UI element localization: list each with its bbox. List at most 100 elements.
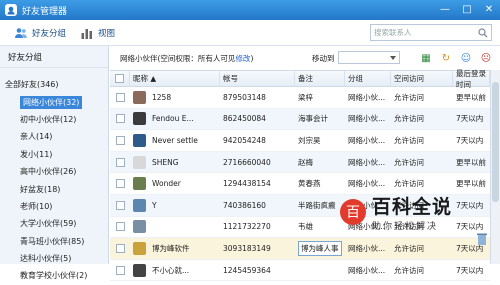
remark-cell[interactable]: 韦雄 — [295, 217, 345, 238]
avatar[interactable] — [133, 133, 146, 147]
col-account[interactable]: 帐号 — [220, 71, 295, 86]
col-nickname[interactable]: 昵称 ▲ — [130, 71, 220, 86]
remark-cell[interactable]: 刘宗昊 — [295, 130, 345, 151]
group-cell: 网络小伙... — [345, 109, 391, 130]
sidebar-item-label: 初中小伙伴(12) — [20, 114, 77, 124]
group-cell: 网络小伙... — [345, 87, 391, 108]
remark-cell[interactable]: 海事会计 — [295, 109, 345, 130]
view-label: 视图 — [98, 28, 116, 39]
sidebar-item[interactable]: 全部好友(346) — [0, 76, 108, 93]
checkbox[interactable] — [115, 114, 125, 124]
avatar[interactable] — [133, 90, 146, 104]
sidebar-item[interactable]: 教育学校小伙伴(2) — [0, 267, 108, 284]
last-login-cell: 7天以内 — [453, 130, 490, 151]
table-row[interactable]: 博为峰软件 3093183149 博为峰人事 网络小伙... 允许访问 7天以内 — [110, 238, 490, 260]
remark-cell[interactable]: 黄春燕 — [295, 173, 345, 194]
minimize-icon[interactable]: — — [434, 0, 456, 18]
table-row[interactable]: 1258 879503148 梁梓 网络小伙... 允许访问 更早以前 — [110, 87, 490, 109]
add-friend-icon[interactable]: ☺ — [458, 51, 474, 65]
table-row[interactable]: 不小心就... 1245459364 网络小伙... 允许访问 7天以内 — [110, 260, 490, 282]
select-all-checkbox[interactable] — [110, 71, 130, 86]
table-row[interactable]: Never settle 942054248 刘宗昊 网络小伙... 允许访问 7天以内 — [110, 130, 490, 152]
avatar[interactable] — [133, 177, 146, 191]
watermark-title: 百科全说 — [372, 196, 453, 218]
space-access-cell: 允许访问 — [391, 130, 453, 151]
search-icon[interactable] — [478, 27, 488, 38]
space-access-cell: 允许访问 — [391, 87, 453, 108]
sidebar-item[interactable]: 初中小伙伴(12) — [0, 111, 108, 128]
scroll-thumb[interactable] — [492, 82, 499, 202]
trash-icon[interactable] — [476, 232, 488, 246]
checkbox[interactable] — [115, 135, 125, 145]
close-icon[interactable]: ✕ — [478, 0, 500, 18]
row-checkbox[interactable] — [110, 152, 130, 173]
nickname-text: Wonder — [152, 179, 181, 189]
table-header: 昵称 ▲ 帐号 备注 分组 空间访问 最后登录时间 — [110, 69, 490, 89]
account-cell: 1245459364 — [220, 260, 295, 281]
remark-cell[interactable] — [295, 260, 345, 281]
friends-group-button[interactable]: 好友分组 — [14, 23, 66, 43]
remark-cell[interactable]: 博为峰人事 — [295, 238, 345, 259]
checkbox[interactable] — [115, 222, 125, 232]
nickname-text: 不小心就... — [152, 265, 190, 275]
sidebar-item[interactable]: 亲人(14) — [0, 128, 108, 145]
remark-text: 刘宗昊 — [298, 135, 321, 145]
col-group[interactable]: 分组 — [345, 71, 391, 86]
sidebar-item[interactable]: 发小(11) — [0, 146, 108, 163]
account-cell-text: 1121732270 — [223, 222, 271, 232]
checkbox[interactable] — [115, 179, 125, 189]
sidebar-item[interactable]: 好盆友(18) — [0, 180, 108, 197]
search-input[interactable]: 搜索联系人 — [370, 24, 492, 41]
move-to-select[interactable] — [338, 51, 400, 64]
view-button[interactable]: 视图 — [80, 23, 115, 43]
col-last-login[interactable]: 最后登录时间 — [453, 69, 490, 89]
edit-permission-link[interactable]: 修改 — [235, 54, 250, 63]
sidebar-item[interactable]: 青马班小伙伴(85) — [0, 233, 108, 250]
avatar[interactable] — [133, 241, 146, 255]
refresh-icon[interactable]: ↻ — [438, 51, 454, 65]
remark-cell[interactable]: 梁梓 — [295, 87, 345, 108]
sidebar-item[interactable]: 老师(10) — [0, 198, 108, 215]
sidebar-item[interactable]: 达科小伙伴(5) — [0, 250, 108, 267]
sidebar-title: 好友分组 — [0, 46, 108, 68]
remark-cell[interactable]: 赵梅 — [295, 152, 345, 173]
table-row[interactable]: SHENG 2716660040 赵梅 网络小伙... 允许访问 更早以前 — [110, 151, 490, 174]
last-login-cell-text: 7天以内 — [456, 265, 484, 275]
row-checkbox[interactable] — [110, 260, 130, 281]
row-checkbox[interactable] — [110, 217, 130, 238]
sidebar-item[interactable]: 高中小伙伴(26) — [0, 163, 108, 180]
remark-text: 半路街疯癫 — [298, 200, 336, 210]
avatar[interactable] — [133, 198, 146, 212]
checkbox[interactable] — [115, 92, 125, 102]
row-checkbox[interactable] — [110, 173, 130, 194]
row-checkbox[interactable] — [110, 87, 130, 108]
row-checkbox[interactable] — [110, 130, 130, 151]
row-checkbox[interactable] — [110, 238, 130, 259]
col-remark[interactable]: 备注 — [295, 71, 345, 86]
avatar[interactable] — [133, 155, 146, 169]
checkbox[interactable] — [115, 200, 125, 210]
remark-text: 博为峰人事 — [298, 240, 342, 256]
sidebar-item[interactable]: 大学小伙伴(59) — [0, 215, 108, 232]
row-checkbox[interactable] — [110, 195, 130, 216]
avatar[interactable] — [133, 220, 146, 234]
col-space-access[interactable]: 空间访问 — [391, 71, 453, 86]
space-access-cell-text: 允许访问 — [394, 135, 424, 145]
vertical-scrollbar[interactable] — [490, 70, 500, 264]
checkbox[interactable] — [115, 265, 125, 275]
maximize-icon[interactable]: □ — [456, 0, 478, 18]
checkbox[interactable] — [115, 243, 125, 253]
checkbox[interactable] — [115, 157, 125, 167]
sidebar-item[interactable]: 网络小伙伴(32) — [0, 93, 108, 110]
delete-friend-icon[interactable]: ☹ — [478, 51, 494, 65]
avatar[interactable] — [133, 112, 146, 126]
row-checkbox[interactable] — [110, 109, 130, 130]
avatar[interactable] — [133, 263, 146, 277]
group-cell-text: 网络小伙... — [348, 157, 386, 167]
export-icon[interactable]: ▦ — [418, 51, 434, 65]
space-access-cell: 允许访问 — [391, 260, 453, 281]
table-row[interactable]: Fendou E... 862450084 海事会计 网络小伙... 允许访问 7天以内 — [110, 108, 490, 131]
remark-cell[interactable]: 半路街疯癫 — [295, 195, 345, 216]
nickname-cell: 1258 — [130, 87, 220, 108]
watermark-subtitle: 助你轻松解决 — [372, 222, 439, 232]
